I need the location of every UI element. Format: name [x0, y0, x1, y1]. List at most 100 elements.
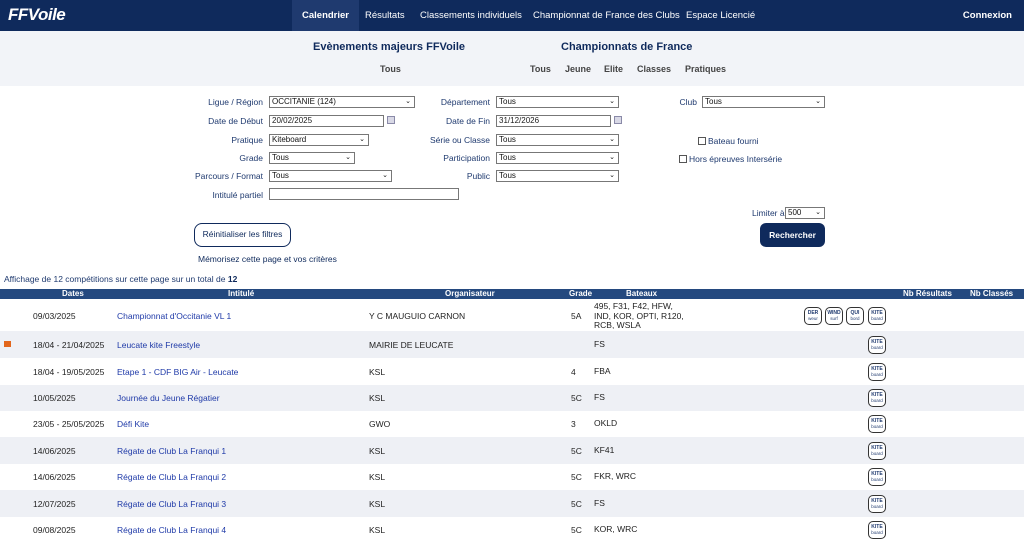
hors-epreuves-checkbox[interactable]: Hors épreuves Intersérie: [679, 154, 782, 164]
row-organisateur: KSL: [369, 525, 386, 535]
row-bateaux: 495, F31, F42, HFW, IND, KOR, OPTI, R120,…: [594, 301, 684, 331]
row-title-link[interactable]: Régate de Club La Franqui 3: [117, 499, 226, 509]
row-title-link[interactable]: Journée du Jeune Régatier: [117, 393, 220, 403]
badge-sublabel: board: [871, 530, 883, 535]
pratique-badge-icon: KITE board: [868, 521, 886, 539]
table-row[interactable]: 12/07/2025 Régate de Club La Franqui 3 KSL…: [0, 490, 1024, 517]
major-link-tous[interactable]: Tous: [380, 64, 401, 74]
pratique-badge-icon: KITE board: [868, 415, 886, 433]
major-events-title: Evènements majeurs FFVoile: [313, 41, 466, 53]
row-dates: 09/03/2025: [33, 311, 76, 321]
row-title-link[interactable]: Leucate kite Freestyle: [117, 340, 200, 350]
bateaux-line: KOR, WRC: [594, 524, 638, 534]
parcours-label: Parcours / Format: [194, 171, 263, 181]
row-grade: 5C: [571, 525, 582, 535]
limit-select[interactable]: 500 ⌄: [785, 207, 825, 219]
col-nb-classes[interactable]: Nb Classés: [970, 289, 1013, 299]
participation-select[interactable]: Tous ⌄: [496, 152, 619, 164]
table-header: Dates Intitulé Organisateur Grade Bateau…: [0, 289, 1024, 299]
table-row[interactable]: 23/05 - 25/05/2025 Défi Kite GWO 3 OKLD KITE b…: [0, 411, 1024, 437]
bateaux-line: OKLD: [594, 418, 618, 428]
serie-label: Série ou Classe: [429, 135, 490, 145]
badge-sublabel: board: [871, 345, 883, 350]
pratique-badge-icon: KITE board: [868, 336, 886, 354]
grade-label: Grade: [239, 153, 263, 163]
flag-icon: [4, 341, 11, 347]
pratique-badge-icon: KITE board: [868, 389, 886, 407]
row-dates: 09/08/2025: [33, 525, 76, 535]
badge-sublabel: board: [871, 424, 883, 429]
row-title-link[interactable]: Régate de Club La Franqui 4: [117, 525, 226, 535]
table-row[interactable]: 14/06/2025 Régate de Club La Franqui 1 KSL…: [0, 437, 1024, 464]
championships-title: Championnats de France: [561, 41, 693, 53]
col-grade[interactable]: Grade: [569, 289, 592, 299]
row-organisateur: KSL: [369, 367, 386, 377]
row-organisateur: KSL: [369, 499, 386, 509]
bateaux-line: FS: [594, 392, 605, 402]
champ-link-elite[interactable]: Elite: [604, 64, 623, 74]
public-label: Public: [466, 171, 490, 181]
row-dates: 18/04 - 19/05/2025: [33, 367, 105, 377]
ligue-label: Ligue / Région: [208, 97, 263, 107]
col-intitule[interactable]: Intitulé: [228, 289, 254, 299]
search-button[interactable]: Rechercher: [760, 223, 825, 247]
row-title-link[interactable]: Etape 1 - CDF BIG Air - Leucate: [117, 367, 238, 377]
row-bateaux: FKR, WRC: [594, 471, 636, 482]
table-row[interactable]: 09/03/2025 Championnat d'Occitanie VL 1 Y …: [0, 300, 1024, 331]
table-row[interactable]: 09/08/2025 Régate de Club La Franqui 4 KSL…: [0, 517, 1024, 543]
public-select[interactable]: Tous ⌄: [496, 170, 619, 182]
table-row[interactable]: 14/06/2025 Régate de Club La Franqui 2 KSL…: [0, 464, 1024, 490]
ffvoile-logo[interactable]: FFVoile: [8, 5, 66, 27]
table-row[interactable]: 18/04 - 19/05/2025 Etape 1 - CDF BIG Air …: [0, 358, 1024, 385]
row-organisateur: MAIRIE DE LEUCATE: [369, 340, 454, 350]
bateau-fourni-checkbox[interactable]: Bateau fourni: [698, 136, 759, 146]
champ-link-classes[interactable]: Classes: [637, 64, 671, 74]
row-organisateur: GWO: [369, 419, 391, 429]
row-grade: 5C: [571, 446, 582, 456]
pratique-badge-icon: DER weur: [804, 307, 822, 325]
serie-select[interactable]: Tous ⌄: [496, 134, 619, 146]
col-bateaux[interactable]: Bateaux: [626, 289, 657, 299]
champ-link-jeune[interactable]: Jeune: [565, 64, 591, 74]
champ-link-pratiques[interactable]: Pratiques: [685, 64, 726, 74]
nav-item-resultats[interactable]: Résultats: [355, 0, 415, 31]
col-dates[interactable]: Dates: [62, 289, 84, 299]
row-dates: 12/07/2025: [33, 499, 76, 509]
row-bateaux: FS: [594, 339, 605, 350]
row-organisateur: Y C MAUGUIO CARNON: [369, 311, 466, 321]
intitule-input[interactable]: [269, 188, 459, 200]
date-fin-input[interactable]: 31/12/2026: [496, 115, 611, 127]
row-organisateur: KSL: [369, 393, 386, 403]
nav-item-espace-licencie[interactable]: Espace Licencié: [676, 0, 765, 31]
row-title-link[interactable]: Défi Kite: [117, 419, 149, 429]
badge-sublabel: board: [871, 398, 883, 403]
login-link[interactable]: Connexion: [963, 0, 1012, 31]
events-header-panel: Evènements majeurs FFVoile Tous Champion…: [0, 31, 1024, 86]
champ-link-tous[interactable]: Tous: [530, 64, 551, 74]
nav-item-calendrier[interactable]: Calendrier: [292, 0, 359, 31]
bateaux-line: RCB, WSLA: [594, 320, 641, 330]
table-row[interactable]: 18/04 - 21/04/2025 Leucate kite Freestyle…: [0, 331, 1024, 358]
row-grade: 4: [571, 367, 576, 377]
calendar-icon[interactable]: [614, 116, 622, 124]
row-title-link[interactable]: Régate de Club La Franqui 2: [117, 472, 226, 482]
memorize-link[interactable]: Mémorisez cette page et vos critères: [198, 254, 337, 264]
grade-select[interactable]: Tous ⌄: [269, 152, 355, 164]
participation-label: Participation: [443, 153, 490, 163]
col-organisateur[interactable]: Organisateur: [445, 289, 495, 299]
row-bateaux: FS: [594, 392, 605, 403]
row-title-link[interactable]: Championnat d'Occitanie VL 1: [117, 311, 231, 321]
row-title-link[interactable]: Régate de Club La Franqui 1: [117, 446, 226, 456]
date-fin-label: Date de Fin: [446, 116, 490, 126]
limit-label: Limiter à: [752, 208, 785, 218]
badge-sublabel: bord: [850, 316, 860, 321]
pratique-badge-icon: QUI bord: [846, 307, 864, 325]
nav-item-championnat-clubs[interactable]: Championnat de France des Clubs: [523, 0, 690, 31]
table-row[interactable]: 10/05/2025 Journée du Jeune Régatier KSL 5C…: [0, 385, 1024, 411]
col-nb-resultats[interactable]: Nb Résultats: [903, 289, 952, 299]
reset-filters-button[interactable]: Réinitialiser les filtres: [194, 223, 291, 247]
nav-item-classements[interactable]: Classements individuels: [410, 0, 532, 31]
club-select[interactable]: Tous ⌄: [702, 96, 825, 108]
badge-sublabel: board: [871, 316, 883, 321]
bateaux-line: FS: [594, 498, 605, 508]
